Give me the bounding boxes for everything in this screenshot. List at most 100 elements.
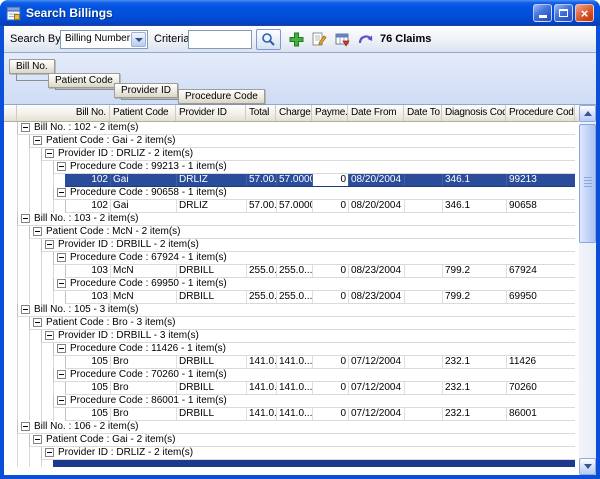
billing-grid-button[interactable] — [333, 30, 352, 49]
cell[interactable]: 67924 — [507, 265, 575, 277]
cell[interactable]: 141.0... — [247, 382, 277, 394]
group-row[interactable]: Patient Code : McN - 2 item(s) — [29, 226, 575, 239]
collapse-minus-icon[interactable] — [33, 435, 42, 444]
cell[interactable]: 0 — [313, 382, 349, 394]
cell[interactable]: DRBILL — [177, 382, 247, 394]
column-header-total[interactable]: Total — [246, 105, 276, 121]
data-row[interactable]: 102GaiDRLIZ57.00...57.0000008/20/2004346… — [65, 174, 575, 187]
group-row[interactable]: Procedure Code : 69950 - 1 item(s) — [53, 278, 575, 291]
cell[interactable]: Bro — [111, 408, 177, 420]
group-row[interactable]: Procedure Code : 11426 - 1 item(s) — [53, 343, 575, 356]
cell[interactable] — [405, 200, 443, 212]
cell[interactable]: 90658 — [507, 200, 575, 212]
group-row[interactable]: Provider ID : DRBILL - 3 item(s) — [41, 330, 575, 343]
group-row[interactable]: Bill No. : 103 - 2 item(s) — [17, 213, 575, 226]
collapse-minus-icon[interactable] — [57, 344, 66, 353]
cell[interactable]: 346.1 — [443, 200, 507, 212]
search-by-dropdown[interactable]: Billing Number — [60, 30, 148, 49]
cell[interactable]: 346.1 — [443, 174, 507, 186]
group-chip-procedure-code[interactable]: Procedure Code — [178, 89, 265, 104]
cell[interactable]: McN — [111, 291, 177, 303]
cell[interactable] — [405, 265, 443, 277]
collapse-minus-icon[interactable] — [57, 396, 66, 405]
group-row[interactable]: Patient Code : Gai - 2 item(s) — [29, 135, 575, 148]
collapse-minus-icon[interactable] — [45, 331, 54, 340]
cell[interactable]: 57.0000 — [277, 200, 313, 212]
cell[interactable]: 0 — [313, 200, 349, 212]
collapse-minus-icon[interactable] — [21, 214, 30, 223]
column-header-provider-id[interactable]: Provider ID — [176, 105, 246, 121]
scroll-down-button[interactable] — [579, 458, 596, 475]
cell[interactable] — [405, 291, 443, 303]
collapse-minus-icon[interactable] — [33, 318, 42, 327]
group-row[interactable]: Bill No. : 106 - 2 item(s) — [17, 421, 575, 434]
collapse-minus-icon[interactable] — [57, 370, 66, 379]
group-row[interactable]: Patient Code : Gai - 2 item(s) — [29, 434, 575, 447]
cell[interactable]: 57.00... — [247, 174, 277, 186]
cell[interactable]: Gai — [111, 200, 177, 212]
cell[interactable]: 0 — [313, 356, 349, 368]
column-header-date-from[interactable]: Date From — [348, 105, 404, 121]
cell[interactable]: 0 — [313, 265, 349, 277]
cell[interactable]: 99213 — [507, 174, 575, 186]
cell[interactable]: 103 — [66, 291, 111, 303]
cell[interactable]: 0 — [313, 174, 349, 186]
cell[interactable]: 105 — [66, 382, 111, 394]
collapse-minus-icon[interactable] — [21, 422, 30, 431]
column-header-payme[interactable]: Payme... — [312, 105, 348, 121]
cell[interactable] — [405, 408, 443, 420]
cell[interactable]: 103 — [66, 265, 111, 277]
cell[interactable]: 08/20/2004 — [349, 174, 405, 186]
cell[interactable]: 69950 — [507, 291, 575, 303]
cell[interactable]: 255.0... — [247, 291, 277, 303]
cell[interactable] — [405, 356, 443, 368]
group-row[interactable]: Provider ID : DRLIZ - 2 item(s) — [41, 447, 575, 460]
chevron-down-icon[interactable] — [131, 32, 146, 47]
group-row[interactable]: Procedure Code : 70260 - 1 item(s) — [53, 369, 575, 382]
cell[interactable]: 141.0... — [277, 408, 313, 420]
partial-row[interactable] — [53, 460, 575, 467]
column-header-patient-code[interactable]: Patient Code — [110, 105, 176, 121]
group-row[interactable]: Bill No. : 105 - 3 item(s) — [17, 304, 575, 317]
cell[interactable]: 08/23/2004 — [349, 291, 405, 303]
cell[interactable]: DRBILL — [177, 291, 247, 303]
collapse-minus-icon[interactable] — [45, 448, 54, 457]
group-row[interactable]: Procedure Code : 86001 - 1 item(s) — [53, 395, 575, 408]
cell[interactable]: 105 — [66, 356, 111, 368]
vertical-scrollbar[interactable] — [579, 105, 596, 475]
cell[interactable]: DRLIZ — [177, 200, 247, 212]
data-row[interactable]: 105BroDRBILL141.0...141.0...007/12/20042… — [65, 382, 575, 395]
group-row[interactable]: Provider ID : DRLIZ - 2 item(s) — [41, 148, 575, 161]
cell[interactable]: Bro — [111, 382, 177, 394]
cell[interactable]: 141.0... — [247, 408, 277, 420]
cell[interactable]: 141.0... — [247, 356, 277, 368]
cell[interactable]: 57.0000 — [277, 174, 313, 186]
cell[interactable]: 255.0... — [277, 265, 313, 277]
cell[interactable]: DRBILL — [177, 265, 247, 277]
cell[interactable]: DRBILL — [177, 356, 247, 368]
cell[interactable] — [405, 382, 443, 394]
cell[interactable]: 57.00... — [247, 200, 277, 212]
cell[interactable]: 08/23/2004 — [349, 265, 405, 277]
data-row[interactable]: 103McNDRBILL255.0...255.0...008/23/20047… — [65, 265, 575, 278]
column-header-date-to[interactable]: Date To — [404, 105, 442, 121]
collapse-minus-icon[interactable] — [33, 136, 42, 145]
cell[interactable] — [405, 174, 443, 186]
collapse-minus-icon[interactable] — [57, 279, 66, 288]
group-row[interactable]: Procedure Code : 99213 - 1 item(s) — [53, 161, 575, 174]
cell[interactable]: 11426 — [507, 356, 575, 368]
collapse-minus-icon[interactable] — [21, 123, 30, 132]
group-row[interactable]: Patient Code : Bro - 3 item(s) — [29, 317, 575, 330]
cell[interactable]: 07/12/2004 — [349, 408, 405, 420]
column-header-diagnosis-code[interactable]: Diagnosis Code — [442, 105, 506, 121]
group-row[interactable]: Procedure Code : 67924 - 1 item(s) — [53, 252, 575, 265]
collapse-minus-icon[interactable] — [33, 227, 42, 236]
cell[interactable]: Bro — [111, 356, 177, 368]
data-row[interactable]: 103McNDRBILL255.0...255.0...008/23/20047… — [65, 291, 575, 304]
collapse-minus-icon[interactable] — [45, 240, 54, 249]
cell[interactable]: 232.1 — [443, 356, 507, 368]
data-row[interactable]: 102GaiDRLIZ57.00...57.0000008/20/2004346… — [65, 200, 575, 213]
group-chip-bill-no[interactable]: Bill No. — [9, 59, 55, 74]
cell[interactable]: 141.0... — [277, 356, 313, 368]
cell[interactable]: DRLIZ — [177, 174, 247, 186]
